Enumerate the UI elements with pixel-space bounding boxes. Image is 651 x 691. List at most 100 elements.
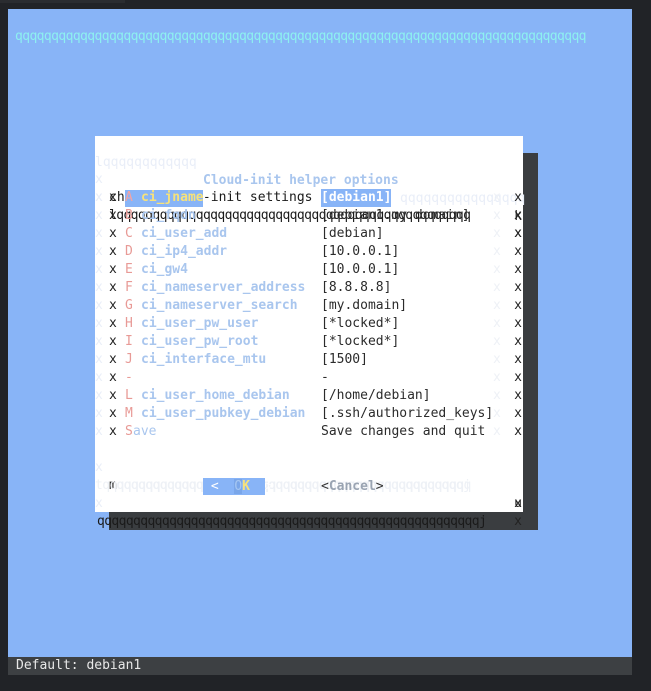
left-border: x — [95, 262, 103, 277]
backtitle-rule: qqqqqqqqqqqqqqqqqqqqqqqqqqqqqqqqqqqqqqqq… — [15, 29, 587, 44]
menu-item[interactable]: x x Mci_user_pubkey_debian [.ssh/authorized… — [95, 405, 523, 423]
dialog-bottom-row: qqqqqqqqqqqqqqqqqqqqqqqqqqqqqqqqqqqqqqqq… — [95, 495, 523, 529]
left-border: x — [95, 406, 103, 421]
menu-right-border: x — [493, 190, 501, 205]
menu-item-name: ci_ip4_addr — [141, 244, 228, 259]
menu-right-border: x — [493, 352, 501, 367]
menu-item-name: ci_jname — [141, 190, 204, 205]
buttons-row: x x — [95, 477, 523, 529]
menu-item-hotkey: I — [125, 334, 133, 349]
menu-item[interactable]: x x Eci_gw4 [10.0.0.1] x x — [95, 261, 523, 279]
ok-button[interactable]: < OK > — [203, 478, 273, 495]
menu-item-name: ci_user_pubkey_debian — [141, 406, 306, 421]
menu-item-name: ci_nameserver_address — [141, 280, 306, 295]
menu-item-name: ci_user_pw_user — [141, 316, 259, 331]
menu-item-name: ci_nameserver_search — [141, 298, 298, 313]
right-border: x — [514, 352, 522, 367]
menu-bottom-row: x mqqqqqqqqqqqqqqqqqqqqqqqqqqqqqqqqqqqqq… — [95, 441, 523, 511]
separator-row: tqqqqqqqqqqqqqqqqqqqqqqqqqqqqqqqqqqqqqqq… — [95, 459, 523, 511]
menu-right-border: x — [493, 370, 501, 385]
menu-item-hotkey: D — [125, 244, 133, 259]
menu-left-border: x — [109, 388, 117, 403]
ok-label-k: K — [242, 479, 250, 494]
menu-item-value: [debian1] — [321, 189, 392, 207]
menu-left-border: x — [109, 334, 117, 349]
menu-item-hotkey: S — [125, 424, 133, 439]
menu-item-hotkey: G — [125, 298, 133, 313]
menu-item-hotkey: H — [125, 316, 133, 331]
menu-item-hotkey: F — [125, 280, 133, 295]
dialog-subtitle-row: x choose cloud-init settings to modify x — [95, 153, 523, 223]
right-border: x — [514, 370, 522, 385]
menu-item-value: [*locked*] — [321, 316, 400, 331]
menu-item-hotkey: C — [125, 226, 133, 241]
menu-right-border: x — [493, 406, 501, 421]
menu-right-border: x — [493, 316, 501, 331]
menu-item[interactable]: x x Lci_user_home_debian [/home/debian] x x — [95, 387, 523, 405]
right-border: x — [514, 514, 522, 529]
menu-left-border: x — [109, 244, 117, 259]
menu-left-border: x — [109, 226, 117, 241]
menu-right-border: x — [493, 298, 501, 313]
menu-item-value: [*locked*] — [321, 334, 400, 349]
left-border: x — [95, 424, 103, 439]
menu-item-hotkey: M — [125, 406, 133, 421]
menu-left-border: x — [109, 262, 117, 277]
menu-item-value: [10.0.0.1] — [321, 244, 400, 259]
menu-item[interactable]: x x Fci_nameserver_address [8.8.8.8] x x — [95, 279, 523, 297]
right-border: x — [514, 190, 522, 205]
menu-right-border: x — [493, 280, 501, 295]
left-border: x — [95, 190, 103, 205]
cancel-label: Cancel — [328, 479, 376, 494]
dialog-bottom-rule: qqqqqqqqqqqqqqqqqqqqqqqqqqqqqqqqqqqqqqqq… — [97, 514, 487, 529]
menu-item[interactable]: x x Hci_user_pw_user [*locked*] x x — [95, 315, 523, 333]
menu-item[interactable]: x x Jci_interface_mtu [1500] x x — [95, 351, 523, 369]
menu-item[interactable]: xx--xx — [95, 369, 523, 387]
menu-item-name: ci_gw4 — [141, 262, 188, 277]
menu-left-border: x — [109, 424, 117, 439]
right-border: x — [514, 406, 522, 421]
left-border: x — [95, 352, 103, 367]
menu-item[interactable]: x x Cci_user_add [debian] x x — [95, 225, 523, 243]
menu-item[interactable]: x x Bci_fqdn [debian1.my.domain] x x — [95, 207, 523, 225]
menu-item[interactable]: x x Save Save changes and quit x x — [95, 423, 523, 441]
menu-left-border: x — [109, 370, 117, 385]
menu-item-value: [8.8.8.8] — [321, 280, 392, 295]
right-border: x — [514, 424, 522, 439]
menu-item[interactable]: x x Gci_nameserver_search [my.domain] x x — [95, 297, 523, 315]
menu-item-value: [my.domain] — [321, 298, 408, 313]
menu-item[interactable]: x x Dci_ip4_addr [10.0.0.1] x x — [95, 243, 523, 261]
right-border: x — [514, 244, 522, 259]
menu-item-value: [/home/debian] — [321, 388, 431, 403]
ok-right-bracket: > — [265, 479, 274, 494]
menu-item-hotkey: J — [125, 352, 133, 367]
right-border: x — [514, 388, 522, 403]
menu-item-value: - — [321, 370, 329, 385]
ok-left-bracket: < — [210, 479, 219, 494]
menu-item-value: [.ssh/authorized_keys] — [321, 406, 494, 421]
menu-left-border: x — [109, 298, 117, 313]
menu-item-name: ci_user_home_debian — [141, 388, 290, 403]
menu-item-name: ave — [133, 424, 157, 439]
menu-right-border: x — [493, 244, 501, 259]
dialog-title-row: lqqqqqqqqqqqq Cloud-init helper options … — [95, 136, 525, 224]
left-border: x — [95, 298, 103, 313]
menu-right-border: x — [493, 262, 501, 277]
menu-item-value: [1500] — [321, 352, 368, 367]
menu-left-border: x — [109, 280, 117, 295]
left-border: x — [95, 280, 103, 295]
left-border: x — [95, 334, 103, 349]
left-border: x — [95, 370, 103, 385]
menu-item[interactable]: x x Ici_user_pw_root [*locked*] x x — [95, 333, 523, 351]
cloud-init-dialog: lqqqqqqqqqqqq Cloud-init helper options … — [95, 136, 525, 529]
menu-item-name: ci_user_pw_root — [141, 334, 259, 349]
right-border: x — [514, 298, 522, 313]
right-border: x — [514, 208, 522, 223]
menu-item-hotkey: - — [125, 370, 133, 385]
menu-item[interactable]: x x Aci_jname [debian1] x x — [95, 189, 523, 207]
menu-right-border: x — [493, 334, 501, 349]
menu-left-border: x — [109, 190, 117, 205]
cancel-button[interactable]: <Cancel> — [321, 478, 384, 496]
right-border: x — [514, 334, 522, 349]
menu-item-value: Save changes and quit — [321, 424, 486, 439]
